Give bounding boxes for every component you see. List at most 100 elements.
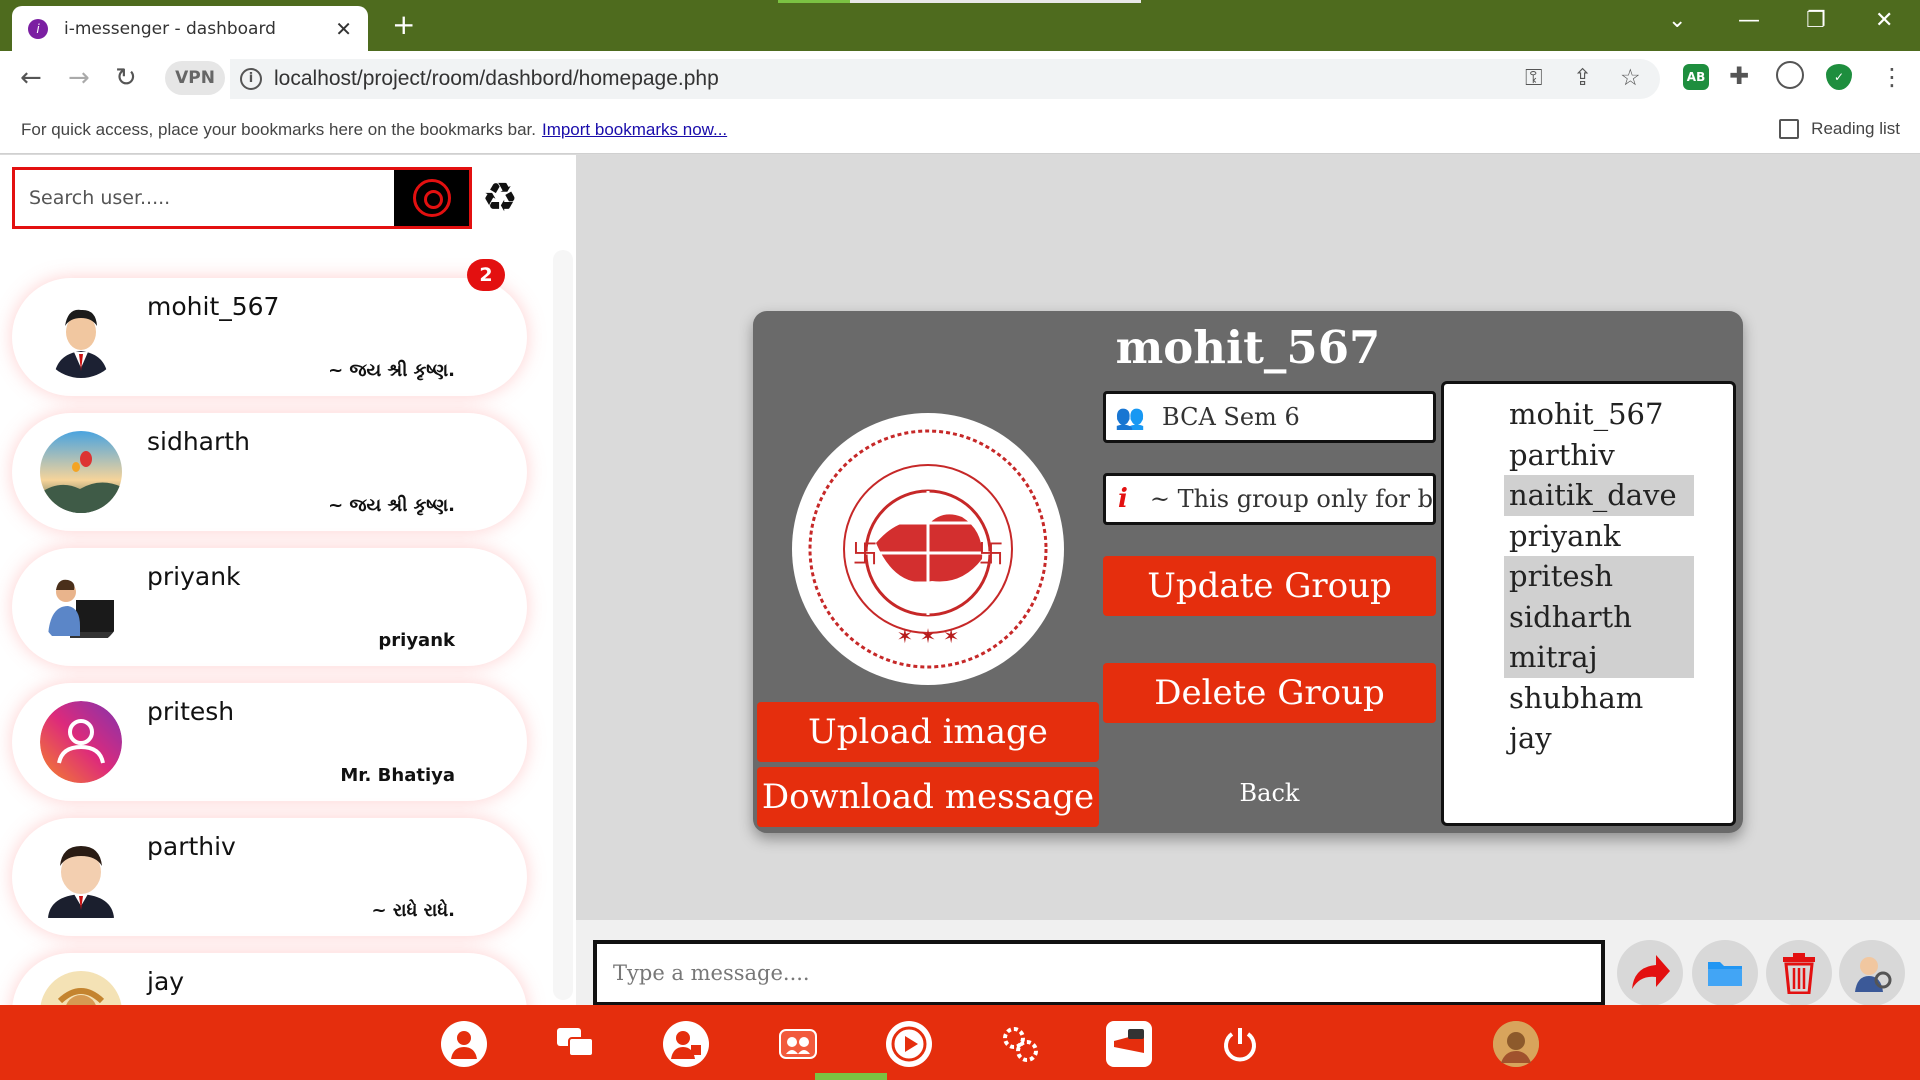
tab-title: i-messenger - dashboard [64,18,276,39]
user-name: pritesh [147,697,235,726]
group-description-field[interactable]: i ~ This group only for b [1103,473,1436,525]
refresh-recycle-icon[interactable]: ♻ [482,175,518,221]
bottom-nav [0,1005,1920,1080]
delete-chat-button[interactable] [1766,940,1832,1006]
sidebar-scrollbar[interactable] [553,250,573,1000]
member-item[interactable]: jay [1504,718,1694,759]
delete-group-button[interactable]: Delete Group [1103,663,1436,723]
profile-nav-icon[interactable] [441,1021,487,1067]
member-item[interactable]: mohit_567 [1504,394,1694,435]
group-title: mohit_567 [1115,321,1381,374]
search-box [12,167,472,229]
reading-list-label: Reading list [1811,119,1900,138]
member-item[interactable]: priyank [1504,516,1694,557]
trash-icon [1783,953,1815,994]
restore-icon[interactable]: ❐ [1806,8,1826,33]
group-name-value: BCA Sem 6 [1162,403,1300,431]
member-item[interactable]: naitik_dave [1504,475,1694,516]
omnibox[interactable]: i localhost/project/room/dashbord/homepa… [230,59,1660,99]
video-nav-icon[interactable] [886,1021,932,1067]
new-tab-icon[interactable]: + [392,8,415,41]
tab-favicon-icon: i [28,18,48,39]
settings-nav-icon[interactable] [997,1021,1043,1067]
avatar [40,431,122,513]
message-input[interactable] [593,940,1605,1006]
user-item-priyank[interactable]: priyank priyank [12,548,527,666]
group-logo: ✶ ✶ ✶ 卐 卐 [792,413,1064,685]
search-button[interactable] [394,170,469,226]
share-icon[interactable]: ⇪ [1573,65,1592,91]
user-name: sidharth [147,427,250,456]
extensions-puzzle-icon[interactable]: ✚ [1729,62,1749,90]
member-item[interactable]: pritesh [1504,556,1694,597]
bookmarks-bar: For quick access, place your bookmarks h… [0,107,1920,154]
shield-extension-icon[interactable]: ✓ [1826,64,1852,90]
user-settings-button[interactable] [1839,940,1905,1006]
import-bookmarks-link[interactable]: Import bookmarks now... [542,120,727,139]
user-avatar[interactable] [1493,1021,1539,1067]
download-message-button[interactable]: Download message [757,767,1099,827]
group-description-value: ~ This group only for b [1149,485,1433,513]
avatar [40,566,122,648]
folder-icon [1708,962,1742,986]
user-status: ~ રાધે રાધે. [371,900,456,921]
user-item-parthiv[interactable]: parthiv ~ રાધે રાધે. [12,818,527,936]
member-item[interactable]: sidharth [1504,596,1694,637]
feedback-nav-icon[interactable] [1106,1021,1152,1067]
reading-list-button[interactable]: Reading list [1779,119,1900,139]
avatar [40,296,122,378]
send-arrow-icon [1632,955,1670,989]
key-icon[interactable]: ⚿ [1525,65,1543,91]
reload-icon[interactable]: ↻ [115,63,137,93]
tab-close-icon[interactable]: ✕ [335,17,352,41]
active-indicator [815,1073,887,1080]
send-button[interactable] [1617,940,1683,1006]
svg-text:卐: 卐 [852,540,878,570]
sidebar: ♻ mohit_567 ~ જય શ્રી કૃષ્ણ. 2 sidharth … [0,155,576,1005]
bookmarks-hint: For quick access, place your bookmarks h… [21,120,727,140]
user-item-pritesh[interactable]: pritesh Mr. Bhatiya [12,683,527,801]
url-text[interactable]: localhost/project/room/dashbord/homepage… [274,67,719,91]
upload-image-button[interactable]: Upload image [757,702,1099,762]
avatar [40,701,122,783]
minimize-icon[interactable]: — [1738,8,1760,33]
attach-file-button[interactable] [1692,940,1758,1006]
menu-kebab-icon[interactable]: ⋮ [1880,63,1904,91]
bookmark-star-icon[interactable]: ☆ [1620,65,1641,91]
svg-text:✶ ✶ ✶: ✶ ✶ ✶ [897,624,960,648]
forward-icon[interactable]: → [68,63,90,93]
groups-nav-icon[interactable] [775,1021,821,1067]
tab-search-icon[interactable]: ⌄ [1668,8,1686,33]
search-icon [412,179,451,217]
member-item[interactable]: mitraj [1504,637,1694,678]
contacts-nav-icon[interactable] [663,1021,709,1067]
group-name-field[interactable]: 👥 BCA Sem 6 [1103,391,1436,443]
admin-user-icon [1855,957,1892,992]
update-group-button[interactable]: Update Group [1103,556,1436,616]
site-info-icon[interactable]: i [240,68,262,90]
user-item-jay[interactable]: jay [12,953,527,1005]
user-item-sidharth[interactable]: sidharth ~ જય શ્રી કૃષ્ણ. [12,413,527,531]
search-input[interactable] [15,170,394,226]
member-item[interactable]: shubham [1504,678,1694,719]
unread-badge: 2 [467,259,505,291]
back-icon[interactable]: ← [20,63,42,93]
chats-nav-icon[interactable] [552,1021,598,1067]
adblock-extension-icon[interactable]: AB [1683,64,1709,90]
group-members-icon: 👥 [1115,403,1145,431]
avatar [40,971,122,1005]
user-name: jay [147,967,185,996]
avatar [40,836,122,918]
browser-tab[interactable]: i i-messenger - dashboard ✕ [12,6,368,51]
vpn-badge[interactable]: VPN [165,61,225,95]
college-emblem-icon: ✶ ✶ ✶ 卐 卐 [798,419,1058,679]
member-item[interactable]: parthiv [1504,435,1694,476]
profile-icon[interactable] [1776,61,1804,89]
logout-power-icon[interactable] [1217,1021,1263,1067]
bookmarks-hint-text: For quick access, place your bookmarks h… [21,120,536,139]
close-window-icon[interactable]: ✕ [1875,8,1893,33]
group-members-list[interactable]: mohit_567 parthiv naitik_dave priyank pr… [1441,381,1736,826]
user-status: ~ જય શ્રી કૃષ્ણ. [328,360,455,381]
back-link[interactable]: Back [1103,779,1436,807]
user-item-mohit[interactable]: mohit_567 ~ જય શ્રી કૃષ્ણ. [12,278,527,396]
